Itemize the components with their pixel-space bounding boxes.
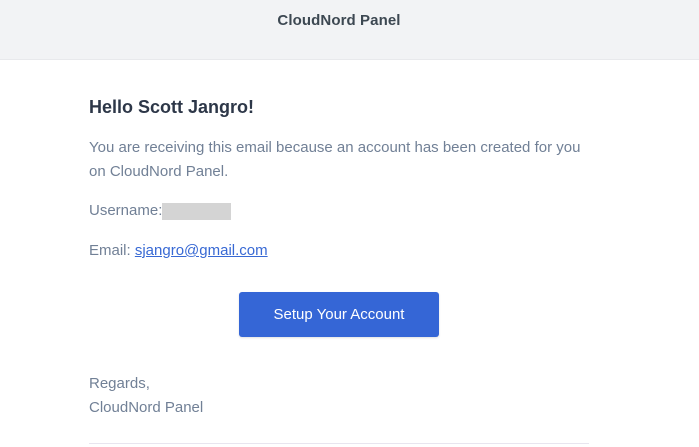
redacted-username bbox=[162, 203, 232, 220]
intro-paragraph: You are receiving this email because an … bbox=[89, 139, 581, 180]
signature-line: CloudNord Panel bbox=[89, 399, 204, 416]
email-header: CloudNord Panel bbox=[0, 0, 699, 60]
greeting-heading: Hello Scott Jangro! bbox=[89, 97, 255, 117]
setup-account-button[interactable]: Setup Your Account bbox=[239, 292, 439, 337]
footer-divider bbox=[89, 443, 589, 444]
header-title[interactable]: CloudNord Panel bbox=[0, 12, 678, 29]
regards-line: Regards, bbox=[89, 375, 150, 392]
email-label: Email: bbox=[89, 242, 135, 259]
email-address-link[interactable]: sjangro@gmail.com bbox=[135, 242, 268, 259]
username-label: Username: bbox=[89, 202, 163, 219]
username-line: Username: bbox=[89, 202, 232, 220]
regards-signature: Regards, CloudNord Panel bbox=[89, 372, 203, 420]
email-line: Email: sjangro@gmail.com bbox=[89, 242, 268, 260]
